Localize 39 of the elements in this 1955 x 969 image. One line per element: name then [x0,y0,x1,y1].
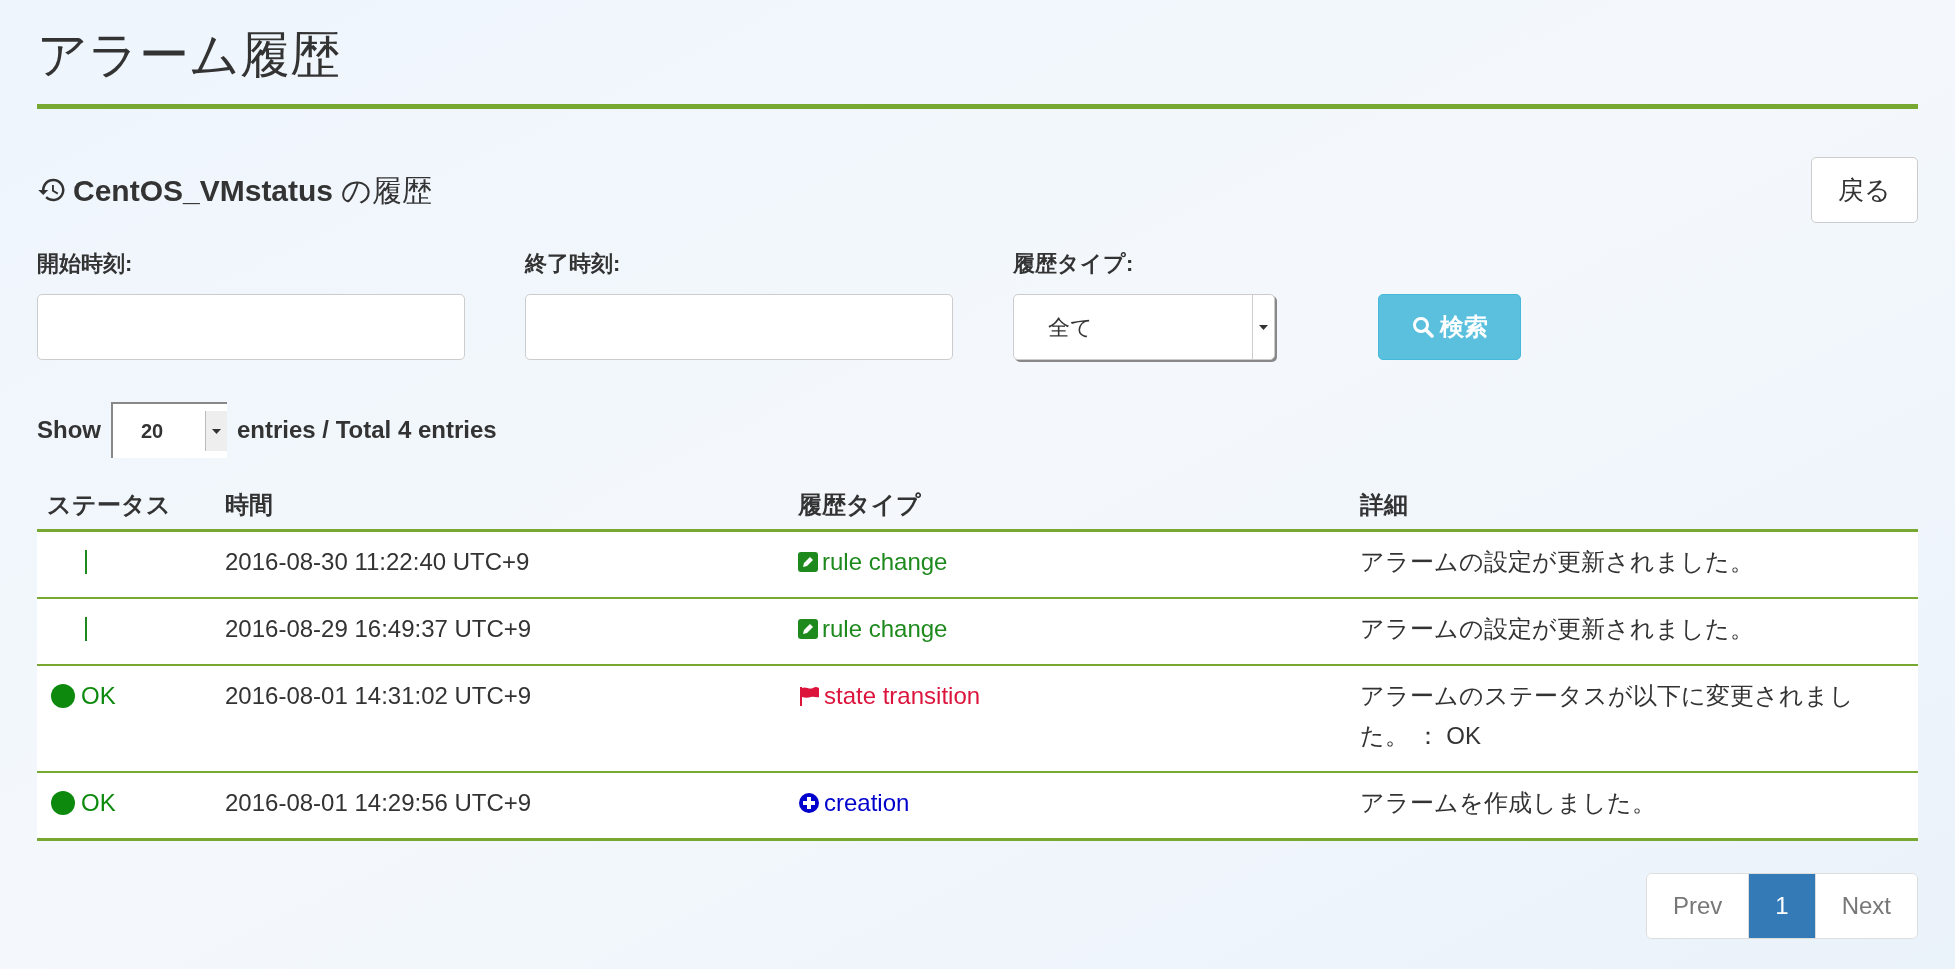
caret-icon [1259,324,1268,330]
column-header[interactable]: 時間 [225,490,273,518]
status-text: OK [81,788,116,818]
column-header[interactable]: 履歴タイプ [798,490,921,518]
time-cell: 2016-08-01 14:31:02 UTC+9 [225,682,532,709]
history-type-label: state transition [824,681,981,711]
field-label: 履歴タイプ: [1013,250,1135,278]
entries-count: entries / Total 4 entries [237,415,497,445]
column-header[interactable]: 詳細 [1360,490,1408,518]
pencil-icon [798,552,818,572]
column-header[interactable]: ステータス [37,486,171,523]
pencil-icon [798,619,818,639]
history-type-dropdown[interactable]: 全て [1013,294,1275,360]
show-label: Show [37,415,101,445]
plus-circle-icon [798,792,820,814]
history-type-label: creation [824,788,910,818]
time-cell: 2016-08-29 16:49:37 UTC+9 [225,615,532,642]
time-cell: 2016-08-01 14:29:56 UTC+9 [225,789,532,816]
time-cell: 2016-08-30 11:22:40 UTC+9 [225,548,530,575]
field-label: 終了時刻: [525,250,622,278]
history-type-label: rule change [822,614,948,644]
detail-cell: アラームのステータスが以下に変更されました。 ： OK [1360,682,1854,749]
page-size-dropdown[interactable]: 20 [111,402,227,458]
detail-cell: アラームを作成しました。 [1360,789,1656,816]
page-title: アラーム履歴 [37,26,340,85]
back-button[interactable]: 戻る [1811,157,1918,223]
section-heading: CentOS_VMstatus の履歴 [73,172,433,209]
caret-icon [212,428,221,434]
status-text: OK [81,681,116,711]
pagination-button[interactable]: Next [1814,874,1917,938]
start-time-field[interactable] [37,294,465,360]
field-label: 開始時刻: [37,250,134,278]
detail-cell: アラームの設定が更新されました。 [1360,548,1754,575]
pagination-button[interactable]: 1 [1748,874,1815,938]
flag-icon [798,685,820,707]
search-icon [1411,316,1434,338]
detail-cell: アラームの設定が更新されました。 [1360,615,1754,642]
end-time-field[interactable] [525,294,953,360]
history-type-label: rule change [822,547,948,577]
